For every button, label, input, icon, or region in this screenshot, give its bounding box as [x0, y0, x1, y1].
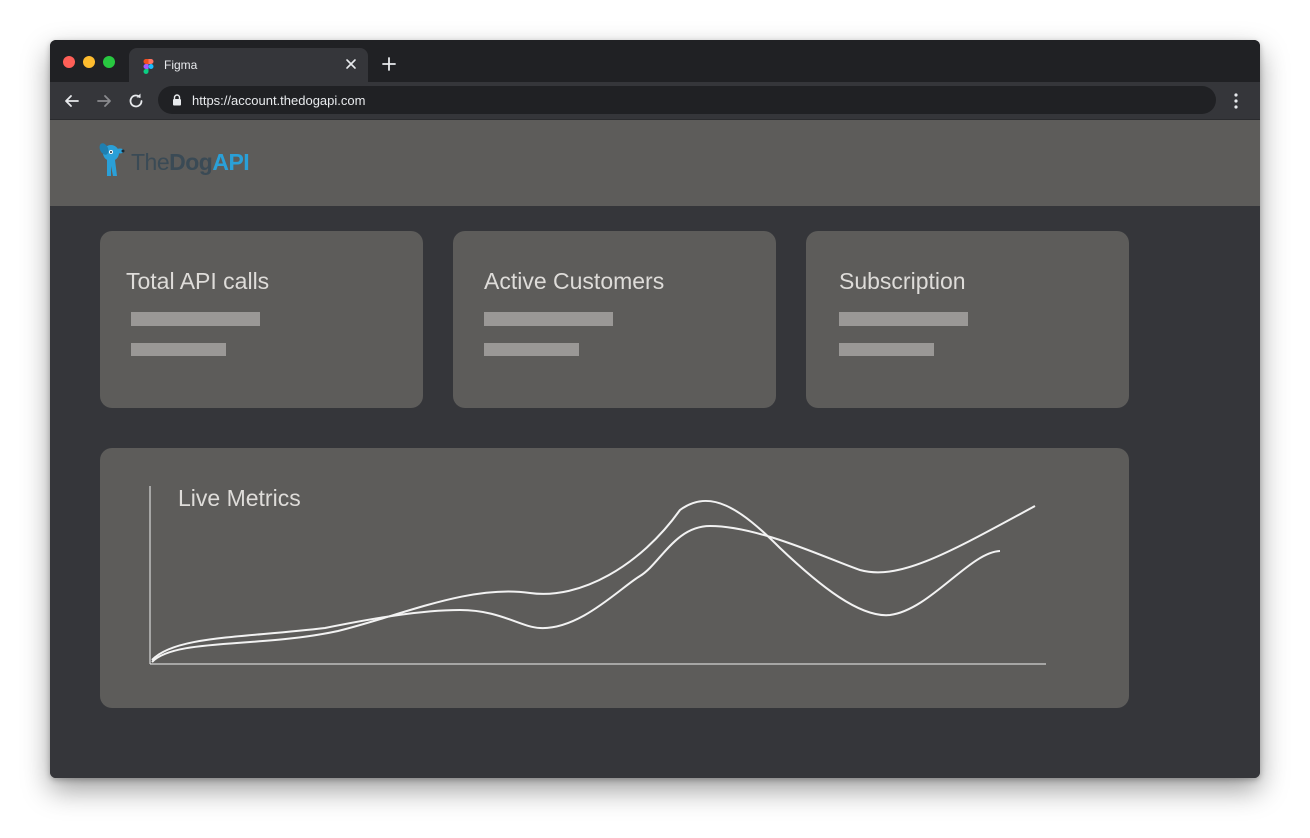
maximize-window-button[interactable]	[103, 56, 115, 68]
url-text: https://account.thedogapi.com	[192, 93, 366, 108]
page-viewport: TheDogAPI Total API calls Active Custome…	[50, 120, 1260, 778]
metrics-title: Live Metrics	[178, 485, 301, 511]
lock-icon	[173, 94, 181, 106]
close-tab-icon[interactable]	[343, 56, 359, 72]
active-customers-card: Active Customers	[453, 231, 776, 408]
logo-wordmark: TheDogAPI	[131, 149, 250, 176]
placeholder-bar	[484, 343, 579, 356]
tab-figma[interactable]: Figma	[129, 48, 368, 82]
placeholder-bar	[131, 312, 260, 326]
live-metrics-panel: Live Metrics	[100, 448, 1129, 708]
placeholder-bar	[839, 312, 968, 326]
thedogapi-logo[interactable]: TheDogAPI	[98, 142, 298, 178]
new-tab-icon[interactable]	[381, 56, 397, 72]
logo-text-api: API	[212, 149, 250, 175]
browser-window: Figma https://account.thedogapi.com TheD…	[50, 40, 1260, 778]
total-api-calls-card: Total API calls	[100, 231, 423, 408]
figma-icon	[143, 59, 154, 74]
close-window-button[interactable]	[63, 56, 75, 68]
logo-text-dog: Dog	[169, 149, 213, 175]
metrics-line-1	[151, 500, 1001, 663]
tab-title: Figma	[164, 58, 198, 72]
reload-icon[interactable]	[126, 91, 146, 111]
minimize-window-button[interactable]	[83, 56, 95, 68]
more-options-icon[interactable]	[1228, 92, 1244, 110]
browser-toolbar: https://account.thedogapi.com	[50, 82, 1260, 120]
address-bar[interactable]: https://account.thedogapi.com	[158, 86, 1216, 114]
placeholder-bar	[131, 343, 226, 356]
card-title: Total API calls	[126, 268, 270, 294]
logo-text-the: The	[131, 149, 170, 175]
title-bar: Figma	[50, 40, 1260, 82]
site-header: TheDogAPI	[50, 120, 1260, 206]
back-arrow-icon[interactable]	[62, 91, 82, 111]
forward-arrow-icon[interactable]	[94, 91, 114, 111]
dog-logo-icon	[99, 143, 125, 176]
card-title: Subscription	[839, 268, 966, 294]
subscription-card: Subscription	[806, 231, 1129, 408]
card-title: Active Customers	[484, 268, 665, 294]
placeholder-bar	[484, 312, 613, 326]
placeholder-bar	[839, 343, 934, 356]
